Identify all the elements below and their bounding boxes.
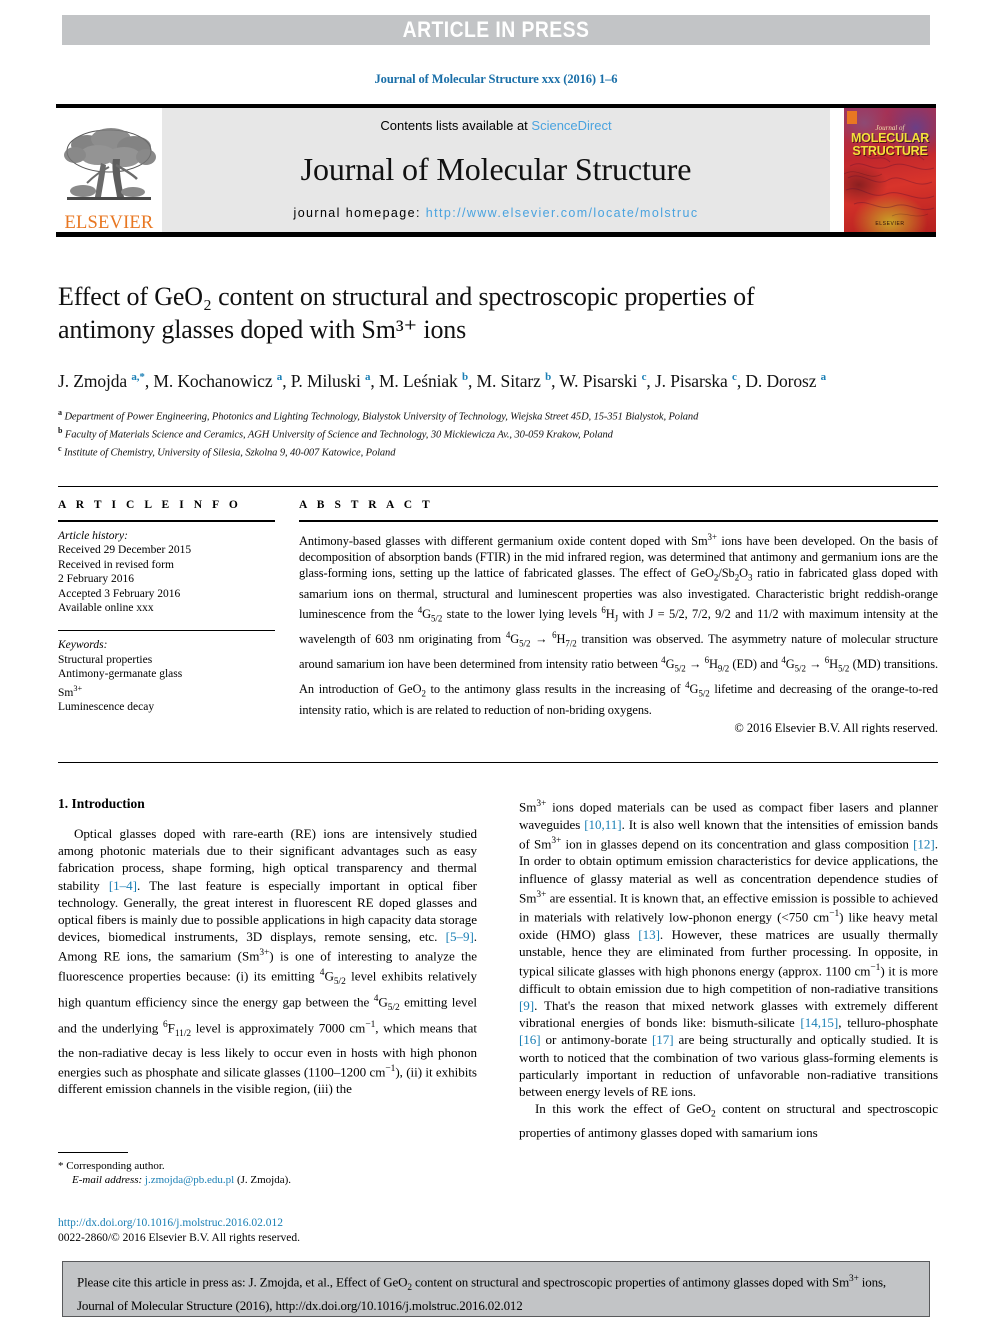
affiliation-text: Institute of Chemistry, University of Si… bbox=[63, 447, 396, 459]
abstract-copyright: © 2016 Elsevier B.V. All rights reserved… bbox=[734, 721, 938, 736]
cite-this-article-box: Please cite this article in press as: J.… bbox=[62, 1261, 930, 1317]
affiliation-mark: c bbox=[58, 443, 62, 453]
cover-title-line1: MOLECULAR bbox=[850, 131, 930, 145]
article-in-press-banner: ARTICLE IN PRESS bbox=[62, 15, 930, 45]
keyword-item: Luminescence decay bbox=[58, 700, 155, 713]
paper-title-line2: antimony glasses doped with Sm³⁺ ions bbox=[58, 315, 467, 344]
keyword-item: Structural properties bbox=[58, 653, 153, 666]
affiliation-mark: b bbox=[58, 425, 63, 435]
keywords-rule bbox=[58, 629, 275, 631]
article-history-line: Accepted 3 February 2016 bbox=[58, 587, 181, 600]
contents-prefix: Contents lists available at bbox=[380, 118, 532, 133]
doi-block: http://dx.doi.org/10.1016/j.molstruc.201… bbox=[58, 1216, 477, 1245]
section-title-introduction: 1. Introduction bbox=[58, 796, 145, 811]
article-info-heading: A R T I C L E I N F O bbox=[58, 499, 242, 511]
affiliation-item: a Department of Power Engineering, Photo… bbox=[58, 406, 938, 424]
body-columns: 1. Introduction Optical glasses doped wi… bbox=[58, 796, 938, 1141]
elsevier-wordmark: ELSEVIER bbox=[64, 212, 154, 233]
abstract-body: Antimony-based glasses with different ge… bbox=[299, 531, 939, 717]
article-info-column: A R T I C L E I N F O Article history: R… bbox=[58, 499, 299, 736]
article-history-line: 2 February 2016 bbox=[58, 573, 135, 585]
journal-homepage-line: journal homepage: http://www.elsevier.co… bbox=[294, 206, 699, 220]
page-title: Effect of GeO₂ content on structural and… bbox=[58, 280, 938, 346]
keywords-group: Keywords: Structural properties Antimony… bbox=[58, 638, 275, 714]
cover-footer-label: ELSEVIER bbox=[875, 221, 905, 227]
cover-elsevier-mark bbox=[847, 111, 857, 124]
corresponding-author-footnote: * Corresponding author. E-mail address: … bbox=[58, 1152, 477, 1187]
article-history-line: Received in revised form bbox=[58, 558, 174, 571]
email-owner: (J. Zmojda). bbox=[236, 1174, 292, 1186]
abstract-rule bbox=[299, 520, 938, 522]
footnote-rule bbox=[58, 1152, 128, 1153]
email-link[interactable]: j.zmojda@pb.edu.pl bbox=[145, 1174, 234, 1186]
paper-title-line1: Effect of GeO₂ content on structural and… bbox=[58, 282, 755, 311]
affiliation-item: c Institute of Chemistry, University of … bbox=[58, 442, 938, 460]
title-block: Effect of GeO₂ content on structural and… bbox=[58, 280, 938, 460]
cover-title: MOLECULAR STRUCTURE bbox=[847, 132, 933, 158]
corresponding-author-line: * Corresponding author. bbox=[58, 1160, 165, 1172]
article-history-line: Received 29 December 2015 bbox=[58, 544, 192, 556]
keyword-item: Antimony-germanate glass bbox=[58, 668, 183, 680]
masthead-bottom-rule bbox=[56, 232, 936, 237]
doi-link[interactable]: http://dx.doi.org/10.1016/j.molstruc.201… bbox=[58, 1216, 477, 1231]
paper-page: ARTICLE IN PRESS Journal of Molecular St… bbox=[0, 0, 992, 1323]
affiliation-list: a Department of Power Engineering, Photo… bbox=[58, 406, 938, 460]
introduction-paragraph-right-2: In this work the effect of GeO2 content … bbox=[519, 1101, 938, 1141]
info-abstract-bottom-rule bbox=[58, 762, 938, 764]
article-history-title: Article history: bbox=[58, 529, 128, 542]
sciencedirect-link[interactable]: ScienceDirect bbox=[531, 118, 611, 133]
email-label: E-mail address: bbox=[72, 1174, 143, 1186]
article-info-rule bbox=[58, 520, 275, 522]
masthead-center: Contents lists available at ScienceDirec… bbox=[162, 108, 830, 232]
cover-title-line2: STRUCTURE bbox=[852, 144, 928, 158]
elsevier-logo: ELSEVIER bbox=[56, 108, 162, 232]
journal-cover-thumbnail: Journal of MOLECULAR STRUCTURE ELSEVIER bbox=[844, 108, 936, 232]
elsevier-tree-icon bbox=[64, 127, 156, 200]
body-column-left: 1. Introduction Optical glasses doped wi… bbox=[58, 796, 477, 1141]
body-column-right: Sm3+ ions doped materials can be used as… bbox=[519, 796, 938, 1141]
journal-title: Journal of Molecular Structure bbox=[300, 151, 692, 187]
abstract-column: A B S T R A C T Antimony-based glasses w… bbox=[299, 499, 938, 736]
issn-copyright-line: 0022-2860/© 2016 Elsevier B.V. All right… bbox=[58, 1231, 301, 1244]
keyword-item: Sm3+ bbox=[58, 683, 83, 699]
journal-running-head: Journal of Molecular Structure xxx (2016… bbox=[374, 72, 618, 86]
affiliation-item: b Faculty of Materials Science and Ceram… bbox=[58, 424, 938, 442]
email-line: E-mail address: j.zmojda@pb.edu.pl (J. Z… bbox=[58, 1173, 477, 1187]
journal-masthead: ELSEVIER Contents lists available at Sci… bbox=[56, 104, 936, 237]
homepage-url-link[interactable]: http://www.elsevier.com/locate/molstruc bbox=[426, 206, 699, 220]
affiliation-text: Department of Power Engineering, Photoni… bbox=[64, 411, 699, 423]
cite-this-article-text: Please cite this article in press as: J.… bbox=[77, 1274, 886, 1313]
keywords-title: Keywords: bbox=[58, 639, 108, 651]
introduction-paragraph-left: Optical glasses doped with rare-earth (R… bbox=[58, 826, 478, 1097]
article-history-line: Available online xxx bbox=[58, 602, 154, 614]
article-history-group: Article history: Received 29 December 20… bbox=[58, 529, 275, 616]
introduction-paragraph-right: Sm3+ ions doped materials can be used as… bbox=[519, 799, 939, 1100]
article-in-press-label: ARTICLE IN PRESS bbox=[402, 17, 590, 42]
affiliation-text: Faculty of Materials Science and Ceramic… bbox=[64, 429, 613, 441]
homepage-prefix: journal homepage: bbox=[293, 206, 426, 220]
info-abstract-section: A R T I C L E I N F O Article history: R… bbox=[58, 486, 938, 764]
affiliation-mark: a bbox=[58, 407, 62, 417]
contents-available-line: Contents lists available at ScienceDirec… bbox=[380, 118, 611, 133]
abstract-heading: A B S T R A C T bbox=[299, 499, 434, 511]
author-list: J. Zmojda a,*, M. Kochanowicz a, P. Milu… bbox=[58, 370, 827, 391]
